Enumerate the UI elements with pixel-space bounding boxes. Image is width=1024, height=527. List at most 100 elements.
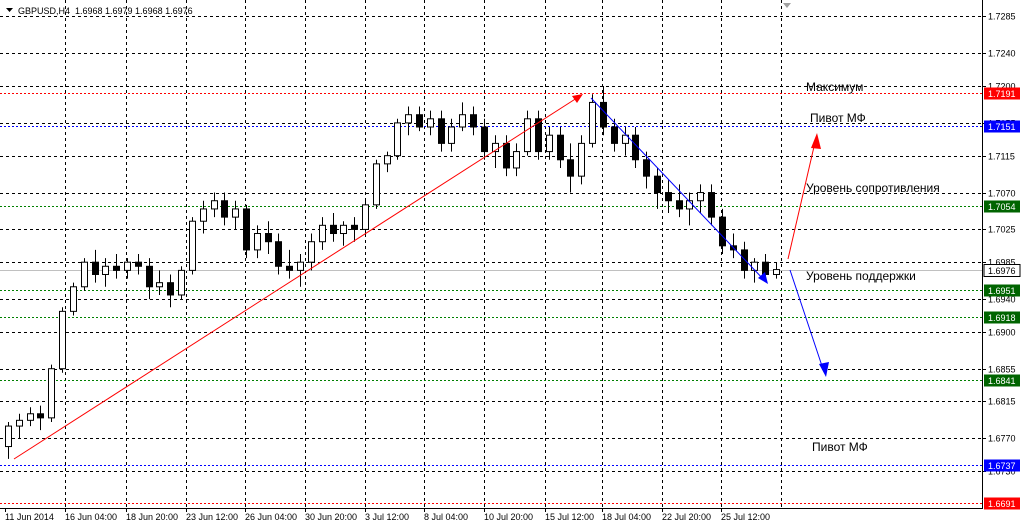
candle-down[interactable] xyxy=(265,233,272,243)
price-tick-label: 1.6900 xyxy=(988,328,1016,338)
candle-up[interactable] xyxy=(48,368,55,419)
candle-down[interactable] xyxy=(654,175,661,194)
candle-down[interactable] xyxy=(741,249,748,271)
candle-up[interactable] xyxy=(394,122,401,157)
price-tick-label: 1.6770 xyxy=(988,434,1016,444)
candle-up[interactable] xyxy=(102,265,109,275)
candle-down[interactable] xyxy=(600,101,607,128)
price-chart[interactable]: Максимум Пивот МФ Уровень сопротивления … xyxy=(0,0,1024,527)
candle-down[interactable] xyxy=(113,265,120,271)
candle-up[interactable] xyxy=(297,261,304,271)
candle-up[interactable] xyxy=(751,261,758,271)
time-tick-label: 23 Jun 12:00 xyxy=(186,512,238,522)
candle-down[interactable] xyxy=(481,126,488,153)
price-tick-label: 1.6855 xyxy=(988,365,1016,375)
time-tick-label: 8 Jul 04:00 xyxy=(424,512,468,522)
level-tag-label: 1.7151 xyxy=(988,122,1016,132)
candle-down[interactable] xyxy=(470,114,477,128)
candle-up[interactable] xyxy=(308,241,315,263)
symbol-label: GBPUSD,H4 xyxy=(18,6,70,16)
candle-up[interactable] xyxy=(373,163,380,206)
candle-up[interactable] xyxy=(16,419,23,427)
candle-up[interactable] xyxy=(578,142,585,177)
time-tick-label: 18 Jul 04:00 xyxy=(602,512,651,522)
candle-down[interactable] xyxy=(146,265,153,288)
candle-down[interactable] xyxy=(351,224,358,230)
candle-up[interactable] xyxy=(319,224,326,243)
price-tick-label: 1.7285 xyxy=(988,12,1016,22)
time-tick-label: 11 Jun 2014 xyxy=(5,512,54,522)
candle-up[interactable] xyxy=(27,413,34,421)
candle-down[interactable] xyxy=(762,261,769,275)
candle-up[interactable] xyxy=(156,282,163,288)
time-tick-label: 16 Jun 04:00 xyxy=(65,512,117,522)
price-tick-label: 1.7025 xyxy=(988,225,1016,235)
candle-up[interactable] xyxy=(178,269,185,296)
level-tag-label: 1.6918 xyxy=(988,313,1016,323)
candle-down[interactable] xyxy=(708,192,715,218)
candle-down[interactable] xyxy=(416,114,423,128)
candle-down[interactable] xyxy=(286,265,293,271)
level-tag-label: 1.7191 xyxy=(988,89,1016,99)
candle-down[interactable] xyxy=(676,200,683,210)
candle-down[interactable] xyxy=(611,126,618,144)
candle-up[interactable] xyxy=(448,126,455,144)
candle-down[interactable] xyxy=(567,159,574,177)
time-tick-label: 10 Jul 20:00 xyxy=(484,512,533,522)
candle-up[interactable] xyxy=(124,261,131,271)
candle-down[interactable] xyxy=(330,224,337,235)
level-tag-label: 1.6737 xyxy=(988,461,1016,471)
price-tick-label: 1.7240 xyxy=(988,49,1016,59)
candle-down[interactable] xyxy=(275,241,282,267)
candle-down[interactable] xyxy=(135,261,142,267)
time-tick-label: 15 Jul 12:00 xyxy=(545,512,594,522)
candle-down[interactable] xyxy=(243,208,250,251)
candle-up[interactable] xyxy=(384,155,391,165)
candle-down[interactable] xyxy=(92,261,99,275)
ohlc-label: 1.6968 1.6979 1.6968 1.6976 xyxy=(75,6,193,16)
level-tag-label: 1.6841 xyxy=(988,376,1016,386)
chart-background xyxy=(0,0,1024,527)
time-tick-label: 26 Jun 04:00 xyxy=(245,512,297,522)
level-tag-label: 1.6691 xyxy=(988,499,1016,509)
price-tick-label: 1.6815 xyxy=(988,397,1016,407)
candle-down[interactable] xyxy=(665,192,672,202)
time-tick-label: 30 Jun 20:00 xyxy=(305,512,357,522)
candle-up[interactable] xyxy=(254,233,261,251)
candle-up[interactable] xyxy=(59,310,66,370)
candle-down[interactable] xyxy=(719,216,726,247)
time-tick-label: 3 Jul 12:00 xyxy=(365,512,409,522)
time-tick-label: 22 Jul 20:00 xyxy=(662,512,711,522)
candle-up[interactable] xyxy=(362,204,369,230)
annotation-pivot-bottom: Пивот МФ xyxy=(812,440,868,454)
candle-up[interactable] xyxy=(546,134,553,153)
candle-down[interactable] xyxy=(438,118,445,144)
candle-up[interactable] xyxy=(189,220,196,271)
candle-up[interactable] xyxy=(773,269,780,275)
candle-up[interactable] xyxy=(524,118,531,153)
candle-up[interactable] xyxy=(340,224,347,235)
candle-up[interactable] xyxy=(427,118,434,128)
level-tag-label: 1.6951 xyxy=(988,286,1016,296)
candle-up[interactable] xyxy=(70,286,77,312)
candle-up[interactable] xyxy=(459,114,466,128)
candle-down[interactable] xyxy=(37,413,44,419)
candle-up[interactable] xyxy=(405,114,412,124)
annotation-maximum: Максимум xyxy=(806,80,863,94)
candle-up[interactable] xyxy=(697,192,704,202)
candle-down[interactable] xyxy=(643,159,650,177)
candle-up[interactable] xyxy=(200,208,207,222)
candle-up[interactable] xyxy=(81,261,88,288)
candle-down[interactable] xyxy=(221,200,228,218)
candle-down[interactable] xyxy=(167,282,174,296)
candle-up[interactable] xyxy=(589,101,596,144)
candle-down[interactable] xyxy=(557,134,564,161)
candle-up[interactable] xyxy=(513,151,520,169)
candle-up[interactable] xyxy=(5,425,12,448)
annotation-resistance: Уровень сопротивления xyxy=(806,181,940,195)
candle-down[interactable] xyxy=(503,142,510,169)
level-tag-label: 1.7054 xyxy=(988,202,1016,212)
price-tick-label: 1.7070 xyxy=(988,189,1016,199)
candle-up[interactable] xyxy=(211,200,218,210)
candle-up[interactable] xyxy=(232,208,239,218)
